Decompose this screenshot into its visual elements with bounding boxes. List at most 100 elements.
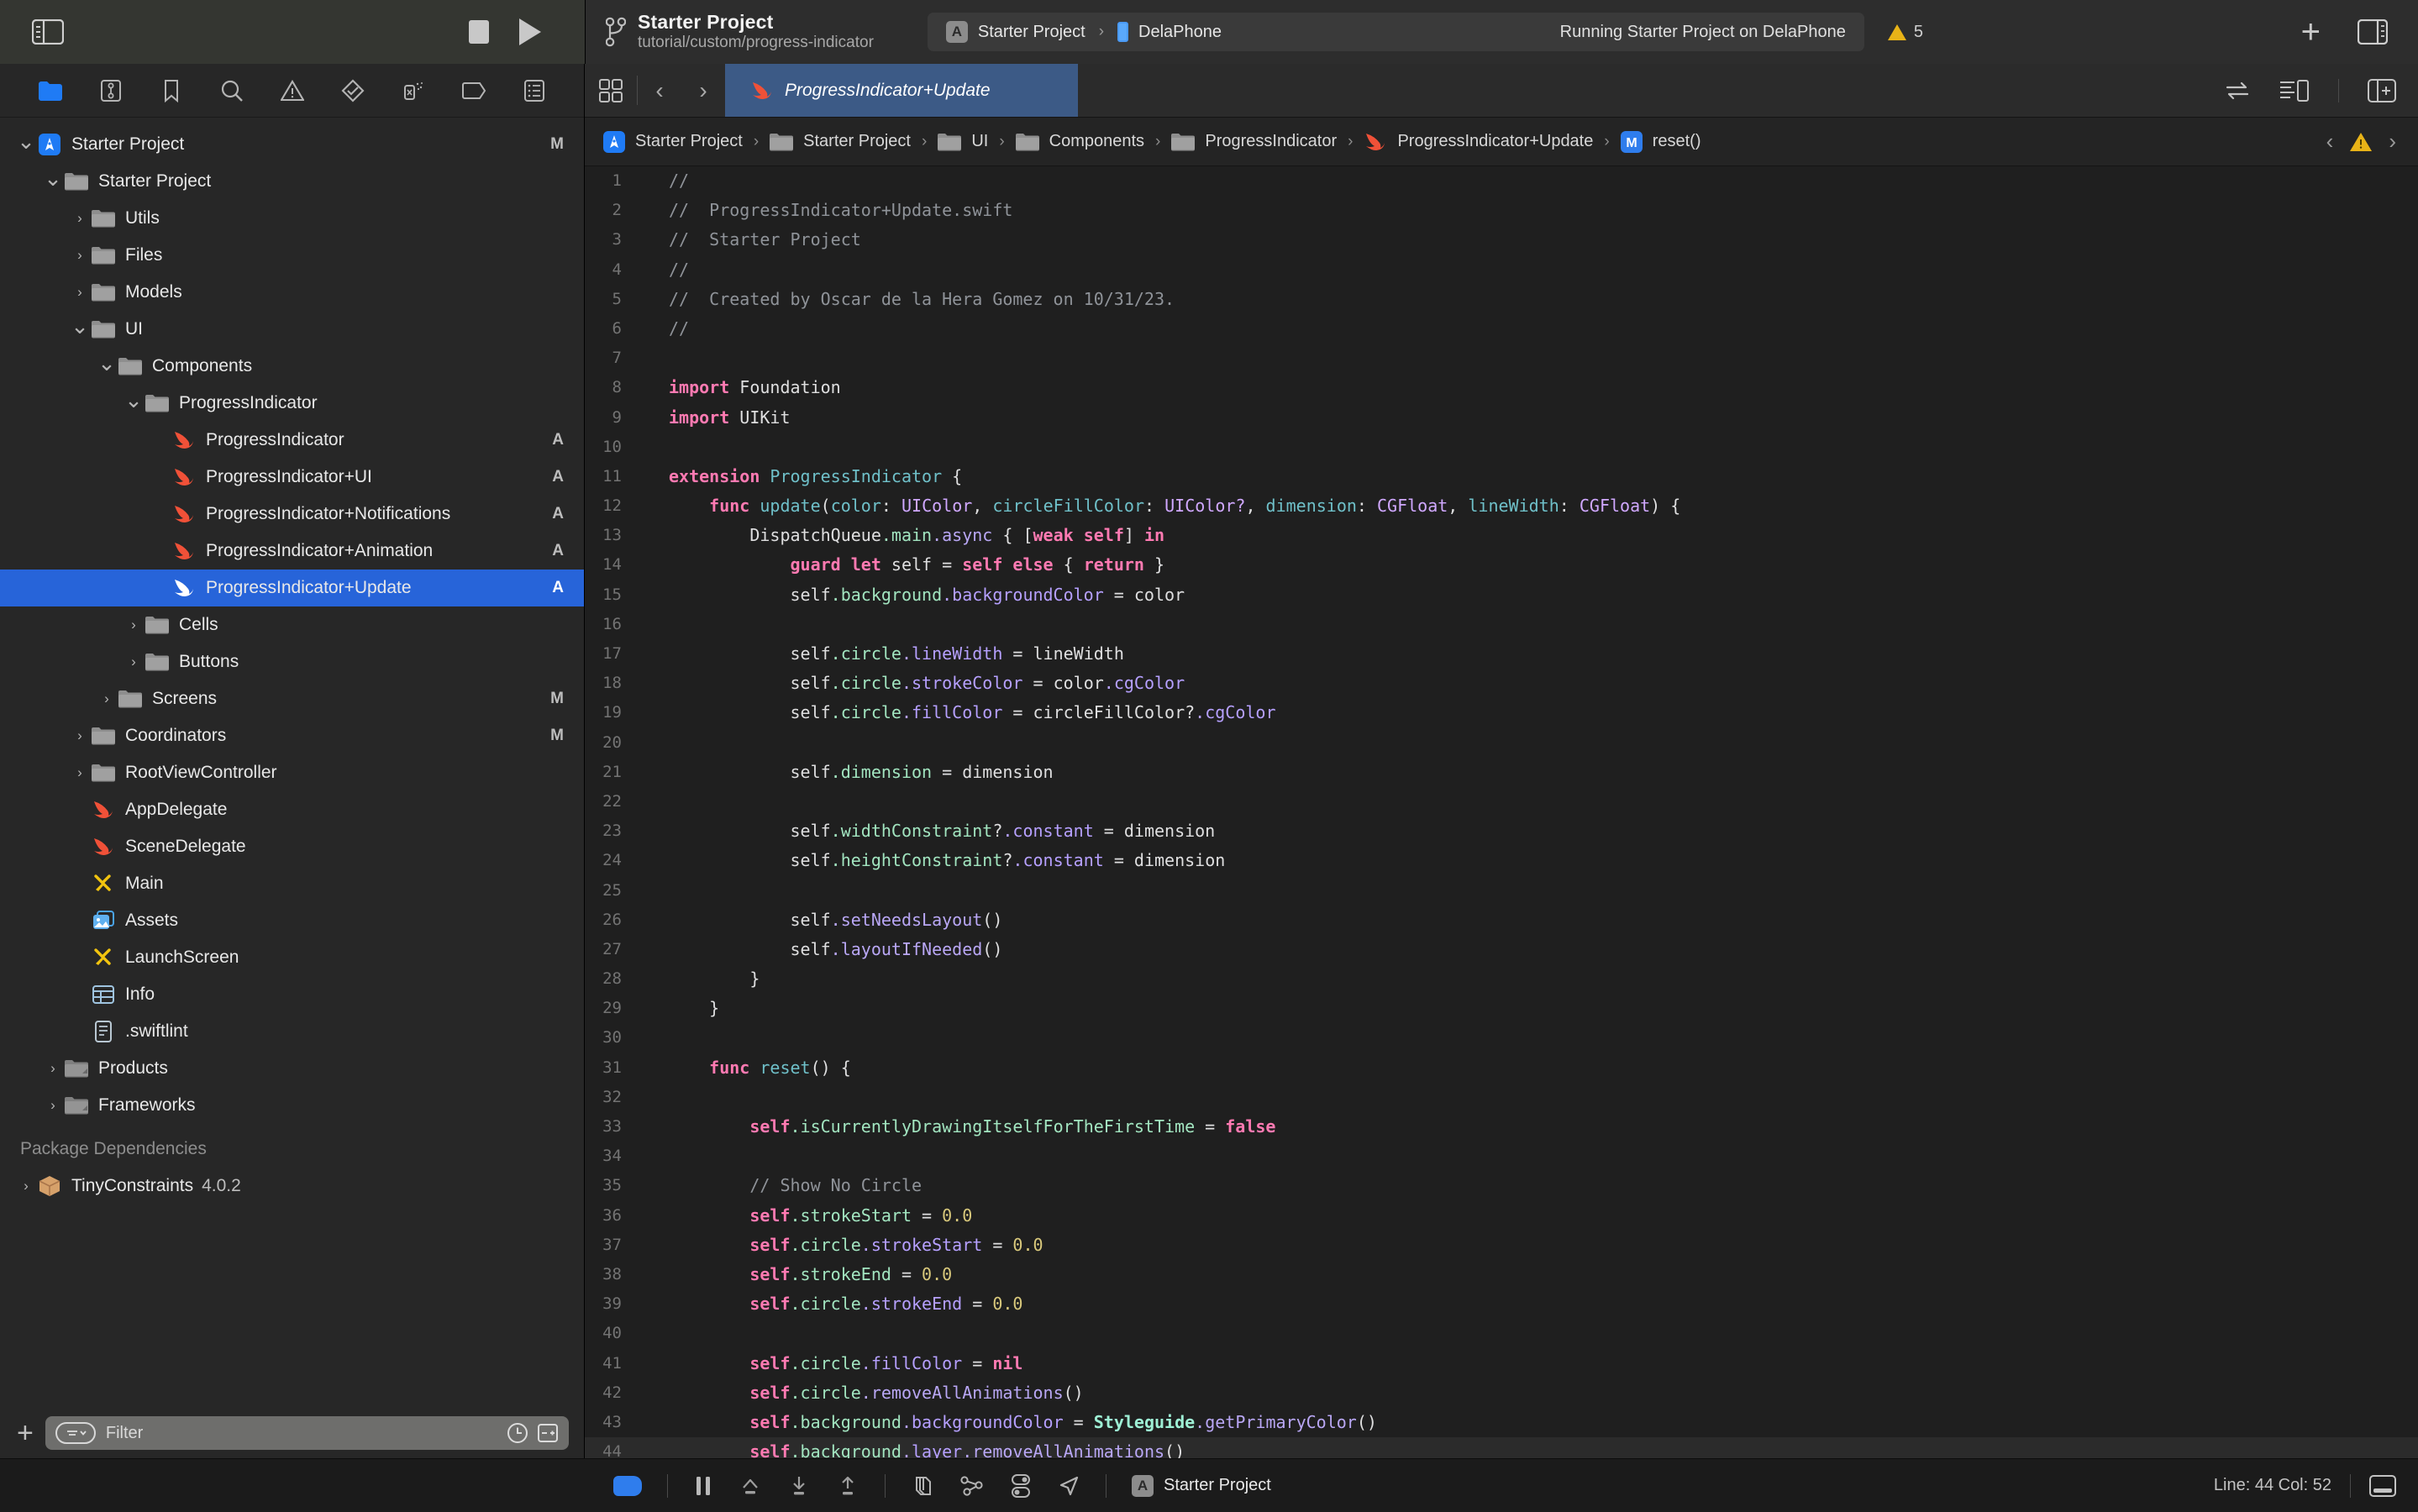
modified-files-icon[interactable]	[537, 1422, 559, 1444]
code-line[interactable]: 14 guard let self = self else { return }	[585, 550, 2418, 580]
step-into-icon[interactable]	[787, 1474, 811, 1498]
step-over-icon[interactable]	[739, 1474, 762, 1498]
file-tree-row[interactable]: › Utils	[0, 200, 584, 237]
code-line[interactable]: 25	[585, 876, 2418, 906]
code-line[interactable]: 10	[585, 433, 2418, 462]
chevron-right-icon[interactable]: ›	[15, 1178, 37, 1194]
scheme-name[interactable]: Starter Project	[978, 23, 1085, 42]
toggle-console-icon[interactable]	[2369, 1474, 2396, 1497]
test-navigator-icon[interactable]	[340, 78, 365, 103]
find-navigator-icon[interactable]	[219, 78, 244, 103]
pause-icon[interactable]	[693, 1474, 713, 1498]
code-line[interactable]: 9 import UIKit	[585, 403, 2418, 433]
bookmark-navigator-icon[interactable]	[159, 78, 184, 103]
code-line[interactable]: 15 self.background.backgroundColor = col…	[585, 580, 2418, 610]
code-line[interactable]: 33 self.isCurrentlyDrawingItselfForTheFi…	[585, 1112, 2418, 1142]
filter-input[interactable]: Filter	[45, 1416, 569, 1450]
file-tree-row[interactable]: .swiftlint	[0, 1013, 584, 1050]
stop-button[interactable]	[469, 20, 489, 44]
chevron-down-icon[interactable]: ⌄	[96, 352, 118, 375]
warning-indicator[interactable]: 5	[1887, 23, 1923, 42]
file-tree-row[interactable]: › Frameworks	[0, 1087, 584, 1124]
filter-options-icon[interactable]	[55, 1422, 96, 1444]
minimap-icon[interactable]	[2279, 79, 2310, 102]
file-tree-row[interactable]: › Screens M	[0, 680, 584, 717]
file-tree-row[interactable]: › Cells	[0, 606, 584, 643]
code-line[interactable]: 3 // Starter Project	[585, 225, 2418, 255]
file-tree-row[interactable]: ⌄ Components	[0, 348, 584, 385]
code-line[interactable]: 24 self.heightConstraint?.constant = dim…	[585, 846, 2418, 875]
memory-graph-icon[interactable]	[959, 1474, 985, 1498]
code-line[interactable]: 43 self.background.backgroundColor = Sty…	[585, 1408, 2418, 1437]
toggle-navigator-icon[interactable]	[32, 19, 64, 45]
code-line[interactable]: 41 self.circle.fillColor = nil	[585, 1349, 2418, 1378]
code-line[interactable]: 13 DispatchQueue.main.async { [weak self…	[585, 521, 2418, 550]
chevron-right-icon[interactable]: ›	[69, 247, 91, 264]
code-line[interactable]: 7	[585, 344, 2418, 373]
scheme-status-bar[interactable]: A Starter Project › DelaPhone Running St…	[927, 13, 1864, 51]
chevron-down-icon[interactable]: ⌄	[15, 130, 37, 154]
code-line[interactable]: 2 // ProgressIndicator+Update.swift	[585, 196, 2418, 225]
editor-forward-button[interactable]: ›	[681, 64, 725, 117]
editor-file-tab[interactable]: ProgressIndicator+Update	[725, 64, 1078, 117]
file-tree-row[interactable]: ProgressIndicator+UI A	[0, 459, 584, 496]
code-line[interactable]: 23 self.widthConstraint?.constant = dime…	[585, 816, 2418, 846]
chevron-right-icon[interactable]: ›	[69, 210, 91, 227]
file-tree-row[interactable]: ⌄ UI	[0, 311, 584, 348]
chevron-right-icon[interactable]: ›	[69, 764, 91, 781]
code-line[interactable]: 26 self.setNeedsLayout()	[585, 906, 2418, 935]
code-editor[interactable]: 1 // 2 // ProgressIndicator+Update.swift 3 //…	[585, 166, 2418, 1458]
file-tree-row[interactable]: ProgressIndicator+Notifications A	[0, 496, 584, 533]
code-line[interactable]: 32	[585, 1083, 2418, 1112]
file-tree-row[interactable]: › Products	[0, 1050, 584, 1087]
destination-name[interactable]: DelaPhone	[1138, 23, 1222, 42]
code-line[interactable]: 20	[585, 728, 2418, 758]
breakpoint-navigator-icon[interactable]	[461, 78, 486, 103]
next-issue-button[interactable]: ›	[2389, 129, 2396, 155]
file-tree-row[interactable]: Info	[0, 976, 584, 1013]
code-line[interactable]: 34	[585, 1142, 2418, 1171]
code-line[interactable]: 22	[585, 787, 2418, 816]
code-line[interactable]: 21 self.dimension = dimension	[585, 758, 2418, 787]
code-line[interactable]: 11 extension ProgressIndicator {	[585, 462, 2418, 491]
breadcrumb-item[interactable]: Starter Project	[770, 132, 911, 151]
chevron-right-icon[interactable]: ›	[123, 617, 145, 633]
code-line[interactable]: 39 self.circle.strokeEnd = 0.0	[585, 1289, 2418, 1319]
code-line[interactable]: 19 self.circle.fillColor = circleFillCol…	[585, 698, 2418, 727]
toggle-inspector-icon[interactable]	[2358, 19, 2388, 45]
chevron-down-icon[interactable]: ⌄	[42, 167, 64, 191]
code-line[interactable]: 31 func reset() {	[585, 1053, 2418, 1083]
chevron-right-icon[interactable]: ›	[69, 727, 91, 744]
breadcrumb-item[interactable]: ProgressIndicator	[1171, 132, 1337, 151]
report-navigator-icon[interactable]	[522, 78, 547, 103]
file-tree-row[interactable]: ProgressIndicator+Animation A	[0, 533, 584, 570]
source-control-navigator-icon[interactable]	[98, 78, 124, 103]
previous-issue-button[interactable]: ‹	[2326, 129, 2334, 155]
package-item[interactable]: › TinyConstraints 4.0.2	[0, 1168, 584, 1205]
breadcrumb-item[interactable]: ProgressIndicator+Update	[1364, 131, 1593, 153]
chevron-right-icon[interactable]: ›	[69, 284, 91, 301]
debug-navigator-icon[interactable]	[401, 78, 426, 103]
clock-icon[interactable]	[507, 1422, 528, 1444]
file-tree-row[interactable]: LaunchScreen	[0, 939, 584, 976]
project-navigator-icon[interactable]	[38, 78, 63, 103]
chevron-down-icon[interactable]: ⌄	[69, 315, 91, 339]
debug-process-item[interactable]: A Starter Project	[1132, 1474, 1271, 1497]
issue-navigator-icon[interactable]	[280, 78, 305, 103]
code-line[interactable]: 16	[585, 610, 2418, 639]
file-tree-row[interactable]: › Files	[0, 237, 584, 274]
environment-overrides-icon[interactable]	[1010, 1473, 1032, 1499]
code-line[interactable]: 44 self.background.layer.removeAllAnimat…	[585, 1437, 2418, 1458]
breadcrumb-item[interactable]: Starter Project	[603, 130, 743, 153]
file-tree-row[interactable]: ⌄ ProgressIndicator	[0, 385, 584, 422]
breadcrumb-item[interactable]: Mreset()	[1620, 130, 1701, 153]
adjust-editor-icon[interactable]	[2224, 81, 2251, 101]
code-line[interactable]: 37 self.circle.strokeStart = 0.0	[585, 1231, 2418, 1260]
code-line[interactable]: 1 //	[585, 166, 2418, 196]
add-editor-icon[interactable]: +	[2301, 15, 2321, 49]
code-lines[interactable]: 1 // 2 // ProgressIndicator+Update.swift 3 //…	[585, 166, 2418, 1458]
project-file-tree[interactable]: ⌄ Starter Project M ⌄ Starter Project › Utils ›…	[0, 118, 584, 1408]
editor-back-button[interactable]: ‹	[638, 64, 681, 117]
chevron-right-icon[interactable]: ›	[96, 690, 118, 707]
code-line[interactable]: 4 //	[585, 255, 2418, 285]
